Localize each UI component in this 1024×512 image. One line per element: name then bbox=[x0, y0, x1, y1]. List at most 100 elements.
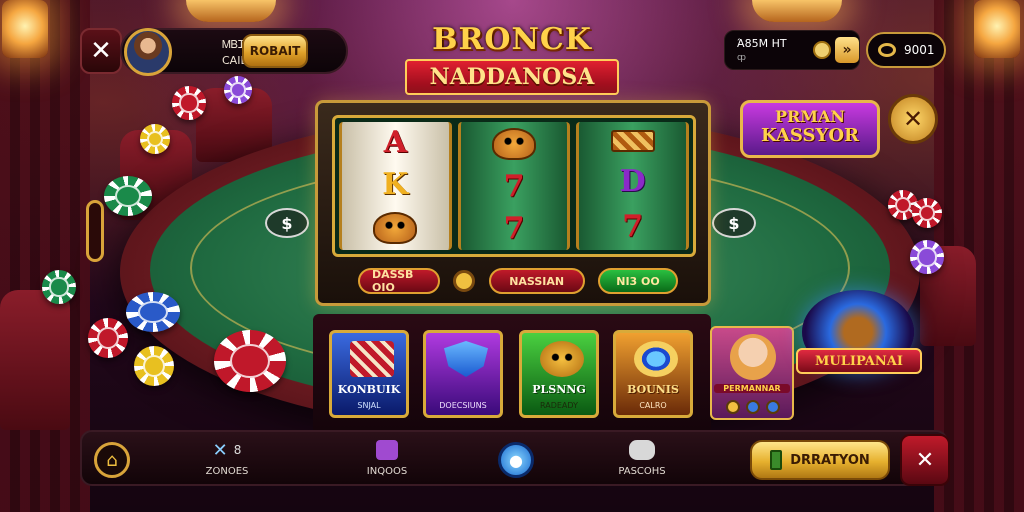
reel-1: A K bbox=[339, 122, 452, 250]
game-tile-1[interactable]: KONBUIK SNJAL bbox=[329, 330, 409, 418]
game-tiles: KONBUIK SNJAL DOECSIUNS PLSNNG RADEADY B… bbox=[313, 314, 711, 434]
tile-subtitle: DOECSIUNS bbox=[439, 401, 487, 410]
slot-machine: A K 7 7 D 7 DASSB OIO NASSIAN NI3 OO bbox=[315, 100, 711, 306]
nav-label: ZONOES bbox=[205, 466, 249, 477]
profile-action-button[interactable]: ROBAIT bbox=[242, 34, 308, 68]
play-button[interactable]: DRRATYON bbox=[750, 440, 890, 480]
spin-knob[interactable] bbox=[453, 270, 476, 292]
lantern-left bbox=[2, 0, 48, 58]
shield-icon bbox=[444, 341, 488, 377]
reel-symbol: 7 bbox=[503, 211, 525, 246]
close-icon: ✕ bbox=[90, 36, 112, 66]
poker-chip bbox=[42, 270, 76, 304]
gem-icon bbox=[634, 341, 678, 377]
title-line-1: BRONCK bbox=[432, 22, 592, 57]
game-tile-4[interactable]: BOUNIS CALRO bbox=[613, 330, 693, 418]
character-card[interactable]: PERMANNAR bbox=[710, 326, 794, 420]
poker-chip bbox=[912, 198, 942, 228]
lantern-right bbox=[974, 0, 1020, 58]
bet-button[interactable]: DASSB OIO bbox=[358, 268, 440, 294]
exit-button[interactable]: ✕ bbox=[900, 434, 950, 486]
coin-balance[interactable]: 9001 bbox=[866, 32, 946, 68]
lines-button[interactable]: NASSIAN bbox=[488, 268, 585, 294]
nav-label: INQOOS bbox=[366, 466, 408, 477]
level-label: Ά85Μ ΗΤ bbox=[737, 37, 787, 50]
nav-item-zones[interactable]: ✕ 8 ZONOES bbox=[192, 438, 262, 478]
reel-symbol: K bbox=[382, 167, 409, 202]
character-card-label: PERMANNAR bbox=[714, 384, 790, 393]
chair bbox=[0, 290, 70, 430]
nav-item-passes[interactable]: PASCOHS bbox=[604, 438, 680, 477]
camera-icon bbox=[629, 440, 655, 460]
coin-icon bbox=[878, 43, 896, 57]
reel-3: D 7 bbox=[576, 122, 690, 250]
character-portrait bbox=[730, 334, 776, 380]
poker-chip bbox=[140, 124, 170, 154]
bag-icon bbox=[376, 440, 398, 460]
level-sub: ȹ bbox=[737, 53, 746, 63]
monkey-icon bbox=[540, 341, 584, 377]
tools-icon: ✕ bbox=[212, 439, 228, 461]
slot-controls: DASSB OIO NASSIAN NI3 OO bbox=[358, 265, 678, 297]
poker-chip bbox=[172, 86, 206, 120]
win-button[interactable]: NI3 OO bbox=[597, 268, 678, 294]
close-button[interactable]: ✕ bbox=[80, 28, 122, 74]
promo-line-1: PRMAN bbox=[774, 107, 846, 126]
multiplayer-promo[interactable]: MULIPANAI bbox=[796, 290, 926, 390]
battery-icon bbox=[770, 450, 783, 470]
poker-chip bbox=[126, 292, 180, 332]
poker-chip bbox=[88, 318, 128, 358]
tile-subtitle: SNJAL bbox=[357, 401, 381, 410]
coin-icon bbox=[813, 41, 831, 59]
card-badges bbox=[726, 400, 780, 414]
poker-chip bbox=[224, 76, 252, 104]
tile-title: KONBUIK bbox=[337, 383, 401, 396]
ceiling-lamp-left bbox=[186, 0, 276, 22]
coin-amount: 9001 bbox=[904, 43, 935, 57]
forward-arrow-button[interactable]: » bbox=[835, 37, 859, 63]
tile-subtitle: CALRO bbox=[639, 401, 667, 410]
reel-symbol: A bbox=[383, 125, 407, 160]
reel-symbol: 7 bbox=[503, 169, 525, 204]
reel-symbol: 7 bbox=[622, 209, 644, 245]
title-ribbon: NADDANOSA bbox=[405, 59, 619, 95]
table-marker: $ bbox=[712, 208, 756, 238]
level-panel: Ά85Μ ΗΤ ȹ » bbox=[724, 30, 860, 70]
home-button[interactable]: ⌂ bbox=[94, 442, 130, 478]
slot-reels: A K 7 7 D 7 bbox=[332, 115, 696, 257]
close-icon: ✕ bbox=[915, 447, 935, 473]
promo-line-2: KASSYOR bbox=[761, 124, 859, 146]
left-curtain bbox=[0, 0, 90, 512]
reel-symbol: D bbox=[619, 163, 646, 199]
nav-count: 8 bbox=[233, 443, 242, 457]
poker-chip bbox=[910, 240, 944, 274]
tile-title: BOUNIS bbox=[627, 383, 679, 396]
avatar[interactable] bbox=[124, 28, 172, 76]
close-promo-button[interactable]: ✕ bbox=[888, 94, 938, 144]
promo-banner[interactable]: PRMAN KASSYOR bbox=[740, 100, 880, 158]
title-line-2: NADDANOSA bbox=[429, 64, 595, 90]
ceiling-lamp-right bbox=[752, 0, 842, 22]
home-icon: ⌂ bbox=[106, 449, 118, 471]
game-title: BRONCK NADDANOSA bbox=[405, 22, 619, 110]
game-tile-2[interactable]: DOECSIUNS bbox=[423, 330, 503, 418]
poker-chip bbox=[104, 176, 152, 216]
monkey-face-icon bbox=[492, 128, 536, 160]
bottom-nav: ⌂ ✕ 8 ZONOES INQOOS ● PASCOHS DRRATYON ✕ bbox=[80, 430, 950, 486]
close-icon: ✕ bbox=[902, 105, 924, 133]
monkey-face-icon bbox=[373, 212, 418, 244]
chat-bubble-icon: ● bbox=[509, 450, 523, 470]
reel-2: 7 7 bbox=[457, 122, 571, 250]
play-button-label: DRRATYON bbox=[790, 452, 870, 468]
tile-subtitle: RADEADY bbox=[539, 401, 578, 410]
chat-button[interactable]: ● bbox=[498, 442, 534, 478]
game-tile-3[interactable]: PLSNNG RADEADY bbox=[519, 330, 599, 418]
tile-title: PLSNNG bbox=[532, 383, 586, 396]
bars-icon bbox=[350, 341, 394, 377]
nav-item-inbox[interactable]: INQOOS bbox=[352, 438, 422, 477]
poker-chip bbox=[214, 330, 286, 392]
lock-icon bbox=[86, 200, 104, 262]
gold-bars-icon bbox=[610, 129, 655, 152]
poker-chip bbox=[134, 346, 174, 386]
nav-label: PASCOHS bbox=[618, 466, 666, 477]
